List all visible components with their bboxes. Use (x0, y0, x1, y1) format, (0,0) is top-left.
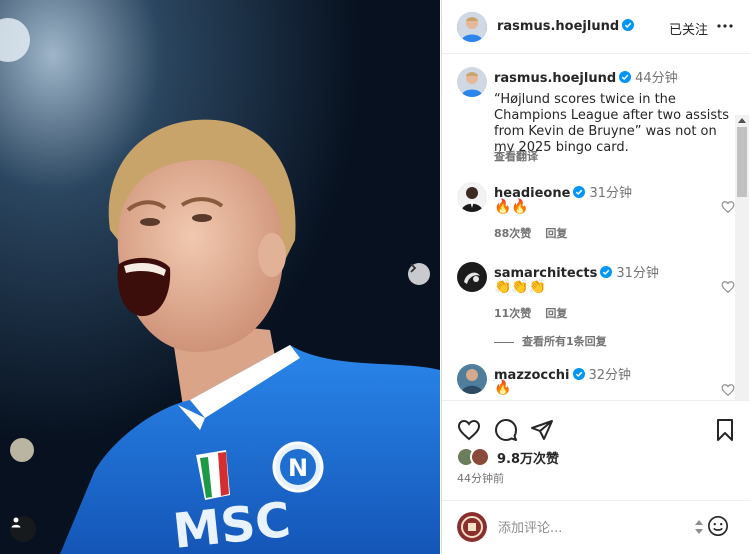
user-icon (11, 517, 21, 528)
likes-row[interactable]: 9.8万次赞 (457, 447, 559, 467)
post-media: N MSC (0, 0, 440, 554)
emoji-icon[interactable] (707, 515, 729, 537)
author-name-wrap: rasmus.hoejlund (497, 19, 635, 34)
verified-badge-icon (622, 19, 635, 31)
comment-icon[interactable] (494, 418, 518, 442)
commenter-avatar-image (457, 364, 487, 394)
post-actions: 9.8万次赞 44分钟前 (442, 400, 750, 500)
comment-text: 🔥🔥 (494, 199, 529, 215)
caption-block: rasmus.hoejlund 44分钟 “Højlund scores twic… (457, 65, 737, 165)
verified-badge-icon (572, 368, 585, 380)
comments-list[interactable]: rasmus.hoejlund 44分钟 “Højlund scores twic… (442, 55, 750, 400)
more-horizontal-icon[interactable] (716, 17, 734, 35)
current-user-avatar (457, 512, 487, 542)
like-comment-heart-icon[interactable] (721, 200, 735, 214)
comment-meta: 11次赞 回复 (494, 305, 581, 321)
comment-input[interactable] (498, 517, 678, 539)
caption-header: rasmus.hoejlund 44分钟 (494, 67, 678, 86)
tagged-users-button[interactable] (10, 516, 36, 542)
verified-badge-icon (573, 186, 586, 198)
caption-text: “Højlund scores twice in the Champions L… (494, 92, 729, 155)
post-timestamp: 44分钟前 (457, 472, 504, 485)
player-photo: N MSC (0, 0, 440, 554)
author-avatar[interactable] (457, 12, 487, 42)
comment-text: 🔥 (494, 380, 512, 396)
comment-time: 31分钟 (616, 266, 659, 281)
author-avatar-image (457, 12, 487, 42)
caption-avatar-image (457, 67, 487, 97)
comments-scrollbar[interactable] (735, 115, 749, 400)
commenter-avatar[interactable] (457, 262, 487, 292)
comment-item: mazzocchi 32分钟 🔥 (457, 364, 737, 400)
reply-button[interactable]: 回复 (545, 227, 567, 240)
verified-badge-icon (600, 266, 613, 278)
following-button[interactable]: 已关注 (669, 19, 708, 38)
chevron-right-icon (410, 263, 417, 273)
commenter-avatar[interactable] (457, 182, 487, 212)
comment-composer (442, 500, 750, 554)
comment-likes[interactable]: 11次赞 (494, 307, 531, 320)
heart-icon[interactable] (457, 418, 481, 442)
reply-button[interactable]: 回复 (545, 307, 567, 320)
view-replies-link[interactable]: 查看所有1条回复 (494, 333, 607, 349)
liker-avatars (457, 447, 490, 467)
verified-badge-icon (619, 71, 632, 83)
caption-avatar[interactable] (457, 67, 487, 97)
post-header: rasmus.hoejlund 已关注 (442, 0, 750, 54)
next-media-button[interactable] (408, 263, 430, 285)
comment-time: 32分钟 (588, 368, 632, 383)
see-translation-link[interactable]: 查看翻译 (494, 148, 538, 164)
svg-text:N: N (288, 454, 308, 482)
current-user-avatar-image (457, 512, 487, 542)
commenter-avatar[interactable] (457, 364, 487, 394)
commenter-avatar-image (457, 182, 487, 212)
commenter-avatar-image (457, 262, 487, 292)
caption-time: 44分钟 (635, 71, 678, 86)
like-comment-heart-icon[interactable] (721, 383, 735, 397)
bookmark-icon[interactable] (713, 418, 737, 442)
comment-item: headieone 31分钟 🔥🔥 88次赞 回复 (457, 180, 737, 250)
post-side-panel: rasmus.hoejlund 已关注 rasmus.hoejlund 44分钟 … (441, 0, 750, 554)
comment-time: 31分钟 (589, 186, 632, 201)
comment-likes[interactable]: 88次赞 (494, 227, 531, 240)
comment-meta: 88次赞 回复 (494, 225, 581, 241)
comment-text: 👏👏👏 (494, 279, 547, 295)
comment-header: mazzocchi 32分钟 (494, 364, 631, 383)
scroll-thumb[interactable] (737, 127, 747, 197)
comment-item: samarchitects 31分钟 👏👏👏 11次赞 回复 (457, 260, 737, 330)
input-resize-arrows-icon[interactable] (694, 519, 704, 535)
caption-username[interactable]: rasmus.hoejlund (494, 71, 616, 86)
like-comment-heart-icon[interactable] (721, 280, 735, 294)
likes-count[interactable]: 9.8万次赞 (497, 448, 559, 467)
share-send-icon[interactable] (530, 418, 554, 442)
author-username[interactable]: rasmus.hoejlund (497, 19, 619, 34)
scroll-up-arrow-icon[interactable] (738, 118, 746, 123)
